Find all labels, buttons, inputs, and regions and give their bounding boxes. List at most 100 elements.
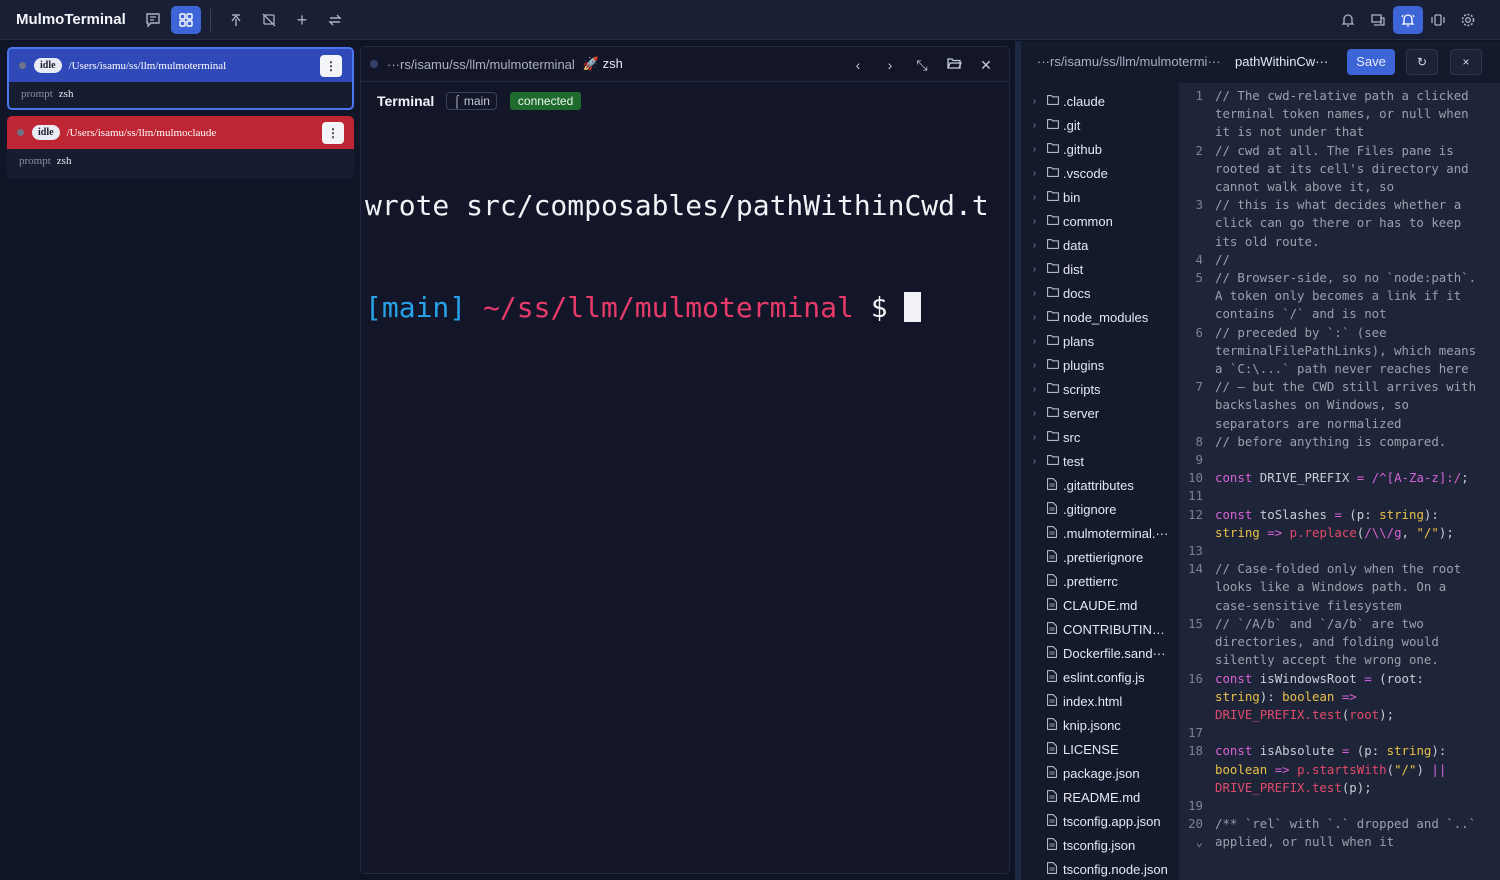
- folder-open-icon[interactable]: [942, 54, 966, 76]
- folder-item[interactable]: › data: [1021, 233, 1179, 257]
- code-token: isWindowsRoot: [1252, 670, 1365, 686]
- folder-item[interactable]: › server: [1021, 401, 1179, 425]
- file-name: LICENSE: [1063, 741, 1119, 757]
- terminal-cursor: [904, 292, 922, 322]
- file-icon: [1047, 597, 1063, 613]
- kebab-menu-icon[interactable]: ⋮: [320, 55, 342, 77]
- chevron-left-icon[interactable]: ‹: [846, 54, 870, 76]
- file-name: node_modules: [1063, 309, 1149, 325]
- file-item[interactable]: LICENSE: [1021, 737, 1179, 761]
- folder-item[interactable]: › dist: [1021, 257, 1179, 281]
- folder-icon: [1047, 190, 1063, 204]
- vibrate-icon[interactable]: [1423, 6, 1453, 34]
- file-item[interactable]: index.html: [1021, 689, 1179, 713]
- code-line: 12 const toSlashes = (p: string): string …: [1179, 506, 1500, 542]
- status-dot: [19, 62, 26, 69]
- folder-item[interactable]: › .claude: [1021, 89, 1179, 113]
- file-name: .vscode: [1063, 165, 1108, 181]
- swap-icon[interactable]: [320, 6, 350, 34]
- file-item[interactable]: .prettierrc: [1021, 569, 1179, 593]
- file-item[interactable]: package.json: [1021, 761, 1179, 785]
- file-item[interactable]: tsconfig.node.json: [1021, 857, 1179, 880]
- prompt-value: zsh: [56, 155, 72, 167]
- terminal-pane[interactable]: ···rs/isamu/ss/llm/mulmoterminal 🚀 zsh ‹…: [360, 46, 1010, 874]
- bell-active-icon[interactable]: [1393, 6, 1423, 34]
- file-item[interactable]: CLAUDE.md: [1021, 593, 1179, 617]
- file-pane: ···rs/isamu/ss/llm/mulmotermi··· pathWit…: [1021, 41, 1500, 880]
- grid-icon[interactable]: [171, 6, 201, 34]
- file-name: .gitattributes: [1063, 477, 1134, 493]
- file-item[interactable]: .prettierignore: [1021, 545, 1179, 569]
- terminal-output[interactable]: wrote src/composables/pathWithinCwd.t [m…: [361, 119, 1009, 395]
- toolbar-separator: [210, 9, 211, 31]
- folder-icon: [1047, 142, 1063, 156]
- chevron-right-icon: ›: [1032, 287, 1037, 299]
- file-icon: [1047, 813, 1063, 829]
- bell-icon[interactable]: [1333, 6, 1363, 34]
- code-token: (root:: [1371, 670, 1432, 686]
- code-line: 19: [1179, 797, 1500, 815]
- file-icon: [1047, 573, 1063, 589]
- file-item[interactable]: knip.jsonc: [1021, 713, 1179, 737]
- plus-icon[interactable]: +: [287, 6, 317, 34]
- file-name: common: [1063, 213, 1113, 229]
- session-header[interactable]: idle /Users/isamu/ss/llm/mulmoclaude ⋮: [7, 116, 354, 149]
- terminal-process: 🚀 zsh: [582, 56, 623, 71]
- reload-icon[interactable]: ↻: [1406, 49, 1438, 75]
- close-icon[interactable]: ✕: [974, 54, 998, 76]
- session-card[interactable]: idle /Users/isamu/ss/llm/mulmoterminal ⋮…: [7, 47, 354, 110]
- app-title: MulmoTerminal: [16, 11, 126, 28]
- code-token: const: [1215, 743, 1253, 759]
- file-item[interactable]: eslint.config.js: [1021, 665, 1179, 689]
- folder-item[interactable]: › test: [1021, 449, 1179, 473]
- file-item[interactable]: tsconfig.json: [1021, 833, 1179, 857]
- session-header[interactable]: idle /Users/isamu/ss/llm/mulmoterminal ⋮: [9, 49, 352, 82]
- folder-item[interactable]: › .git: [1021, 113, 1179, 137]
- code-token: );: [1379, 706, 1395, 722]
- folder-item[interactable]: › common: [1021, 209, 1179, 233]
- status-badge: idle: [34, 58, 62, 73]
- devices-icon[interactable]: [1363, 6, 1393, 34]
- code-editor[interactable]: 1 // The cwd-relative path a clicked term…: [1179, 83, 1500, 880]
- folder-item[interactable]: › src: [1021, 425, 1179, 449]
- kebab-menu-icon[interactable]: ⋮: [322, 122, 344, 144]
- folder-item[interactable]: › .vscode: [1021, 161, 1179, 185]
- gear-icon[interactable]: [1453, 6, 1483, 34]
- file-icon: [1047, 789, 1063, 805]
- merge-icon[interactable]: [221, 6, 251, 34]
- file-name: .gitignore: [1063, 501, 1117, 517]
- file-item[interactable]: .gitignore: [1021, 497, 1179, 521]
- folder-item[interactable]: › plugins: [1021, 353, 1179, 377]
- file-item[interactable]: Dockerfile.sand···: [1021, 641, 1179, 665]
- close-file-icon[interactable]: ×: [1450, 49, 1482, 75]
- file-name: .github: [1063, 141, 1103, 157]
- file-item[interactable]: README.md: [1021, 785, 1179, 809]
- code-text: const DRIVE_PREFIX = /^[A-Za-z]:/;: [1215, 469, 1487, 487]
- folder-item[interactable]: › node_modules: [1021, 305, 1179, 329]
- code-token: =: [1364, 670, 1372, 686]
- prompt-value: zsh: [58, 88, 74, 100]
- line-number: 6: [1195, 324, 1203, 340]
- folder-item[interactable]: › docs: [1021, 281, 1179, 305]
- chevron-right-icon[interactable]: ›: [878, 54, 902, 76]
- collapse-icon[interactable]: ⤡: [910, 54, 934, 76]
- folder-item[interactable]: › plans: [1021, 329, 1179, 353]
- folder-item[interactable]: › scripts: [1021, 377, 1179, 401]
- session-card[interactable]: idle /Users/isamu/ss/llm/mulmoclaude ⋮ p…: [7, 116, 354, 179]
- code-token: string: [1379, 506, 1424, 522]
- chat-icon[interactable]: [138, 6, 168, 34]
- file-item[interactable]: .mulmoterminal.···: [1021, 521, 1179, 545]
- file-icon: [1047, 861, 1063, 877]
- file-item[interactable]: tsconfig.app.json: [1021, 809, 1179, 833]
- line-number: 8: [1195, 433, 1203, 449]
- save-button[interactable]: Save: [1347, 49, 1395, 75]
- sync-off-icon[interactable]: [254, 6, 284, 34]
- chevron-right-icon: ›: [1032, 311, 1037, 323]
- file-item[interactable]: .gitattributes: [1021, 473, 1179, 497]
- file-name: .mulmoterminal.···: [1063, 525, 1169, 541]
- folder-item[interactable]: › bin: [1021, 185, 1179, 209]
- file-item[interactable]: CONTRIBUTING···: [1021, 617, 1179, 641]
- code-token: ): [1416, 761, 1432, 777]
- folder-item[interactable]: › .github: [1021, 137, 1179, 161]
